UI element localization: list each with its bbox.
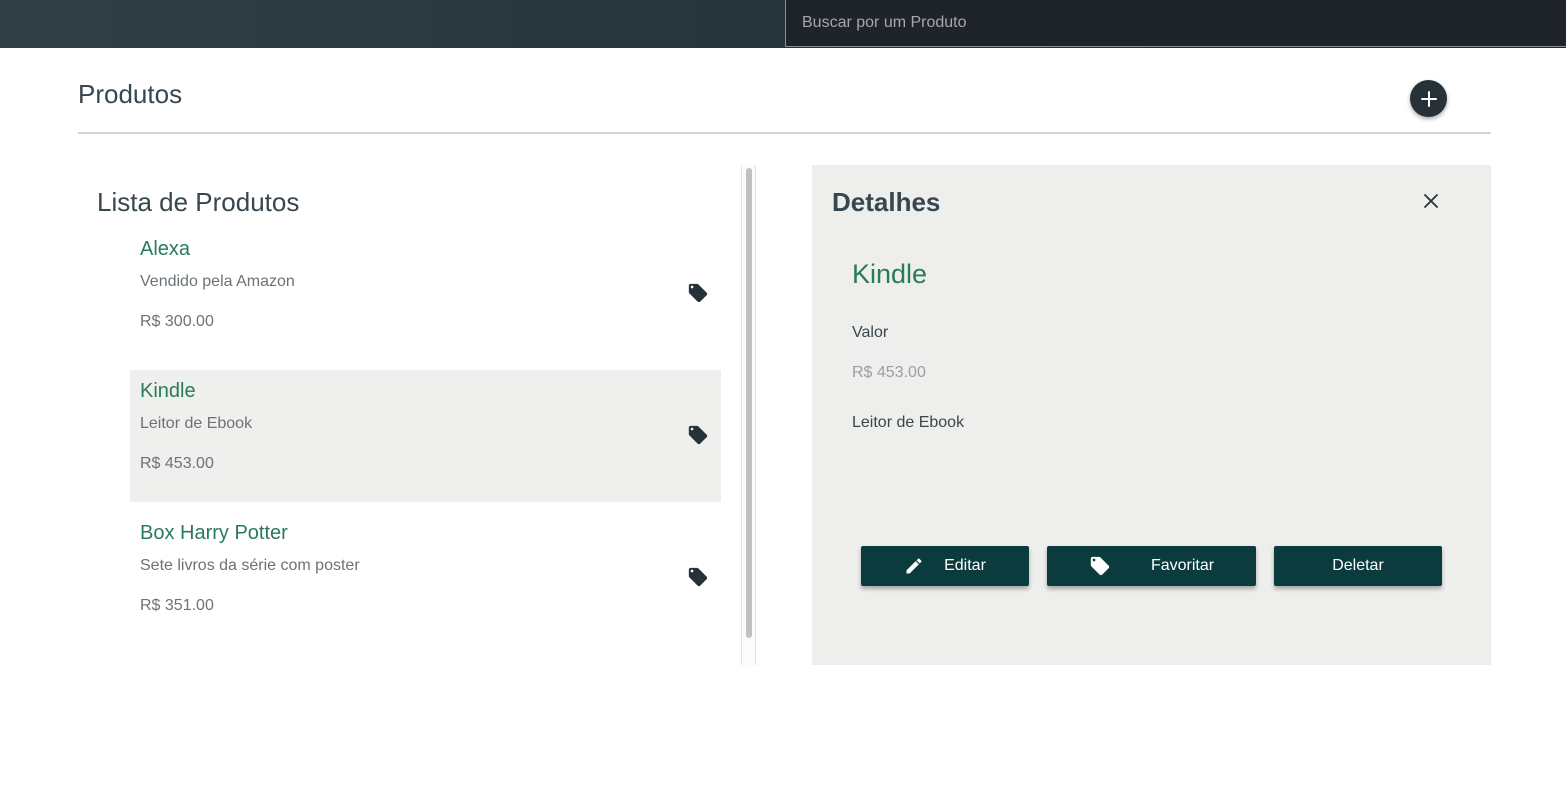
product-list-panel: Lista de Produtos Alexa Vendido pela Ama…: [78, 165, 756, 665]
search-box[interactable]: [785, 0, 1566, 47]
details-price: R$ 453.00: [852, 364, 926, 381]
scrollbar-thumb[interactable]: [746, 168, 752, 638]
tag-icon: [688, 567, 708, 587]
edit-button-label: Editar: [944, 557, 986, 574]
list-item[interactable]: Kindle Leitor de Ebook R$ 453.00: [130, 370, 721, 502]
close-details-button[interactable]: [1418, 188, 1444, 214]
list-title: Lista de Produtos: [97, 187, 300, 217]
product-price: R$ 351.00: [140, 597, 214, 614]
page-title: Produtos: [78, 79, 183, 109]
plus-icon: [1420, 90, 1437, 107]
product-name: Box Harry Potter: [140, 522, 288, 544]
product-name: Kindle: [140, 380, 196, 402]
edit-button[interactable]: Editar: [861, 546, 1029, 586]
product-price: R$ 300.00: [140, 313, 214, 330]
details-description: Leitor de Ebook: [852, 414, 965, 431]
product-description: Sete livros da série com poster: [140, 557, 360, 574]
search-input[interactable]: [786, 0, 1566, 46]
list-item[interactable]: Alexa Vendido pela Amazon R$ 300.00: [130, 228, 721, 360]
delete-button[interactable]: Deletar: [1274, 546, 1442, 586]
tag-icon: [1089, 555, 1111, 577]
favorite-tag-button[interactable]: [685, 422, 711, 448]
list-item[interactable]: Box Harry Potter Sete livros da série co…: [130, 512, 721, 644]
favorite-button[interactable]: Favoritar: [1047, 546, 1256, 586]
product-description: Leitor de Ebook: [140, 415, 253, 432]
favorite-tag-button[interactable]: [685, 564, 711, 590]
favorite-tag-button[interactable]: [685, 280, 711, 306]
favorite-button-label: Favoritar: [1150, 557, 1215, 574]
list-scrollbar[interactable]: [741, 165, 756, 665]
tag-icon: [688, 425, 708, 445]
delete-button-label: Deletar: [1332, 557, 1384, 574]
details-product-name: Kindle: [852, 259, 928, 289]
close-icon: [1424, 194, 1438, 208]
tag-icon: [688, 283, 708, 303]
details-value-label: Valor: [852, 324, 889, 341]
header-divider: [78, 132, 1491, 134]
product-description: Vendido pela Amazon: [140, 273, 295, 290]
product-name: Alexa: [140, 238, 191, 260]
details-title: Detalhes: [832, 187, 941, 217]
details-panel: Detalhes Kindle Valor R$ 453.00 Leitor d…: [812, 165, 1491, 665]
add-product-button[interactable]: [1410, 80, 1447, 117]
product-price: R$ 453.00: [140, 455, 214, 472]
pencil-icon: [904, 556, 924, 576]
